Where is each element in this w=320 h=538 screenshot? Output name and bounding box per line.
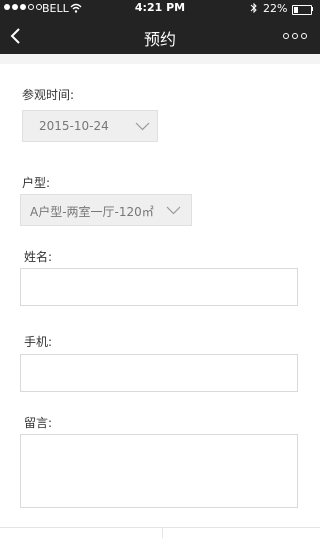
chevron-down-icon [166,206,181,215]
visit-time-select[interactable]: 2015-10-24 [22,110,158,142]
phone-input[interactable] [20,354,298,392]
chevron-down-icon [135,122,150,131]
nav-bar: 预约 [0,18,320,54]
unit-type-value: A户型-两室一厅-120㎡ [30,205,154,219]
battery-cap [311,7,313,11]
phone-label: 手机: [24,335,53,349]
bluetooth-icon [250,2,257,14]
battery-percent: 22% [263,2,288,15]
message-textarea[interactable] [20,434,298,508]
name-label: 姓名: [24,250,53,264]
name-input[interactable] [20,268,298,306]
dot [301,33,307,39]
battery-icon [292,5,312,15]
page-title: 预约 [143,30,176,49]
bottom-divider [0,527,320,528]
header-divider [0,54,320,64]
unit-type-select[interactable]: A户型-两室一厅-120㎡ [20,194,192,226]
dot [283,33,289,39]
visit-time-label: 参观时间: [22,88,75,102]
more-dots-icon[interactable] [283,33,307,39]
status-bar: BELL 4:21 PM 22% [0,0,320,18]
top-bar: BELL 4:21 PM 22% 预约 [0,0,320,54]
visit-time-value: 2015-10-24 [39,119,109,133]
battery-level [294,7,298,13]
dot [292,33,298,39]
message-label: 留言: [24,416,53,430]
bottom-separator [162,527,163,538]
unit-type-label: 户型: [22,176,51,190]
